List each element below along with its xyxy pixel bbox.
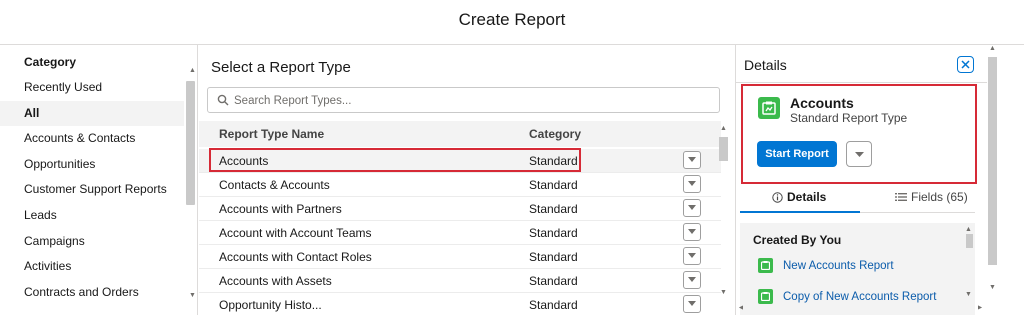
chevron-down-icon [855, 152, 864, 157]
scroll-up-arrow-icon[interactable]: ▲ [989, 45, 996, 52]
report-link[interactable]: Copy of New Accounts Report [783, 291, 936, 303]
page-scroll-thumb[interactable] [988, 57, 997, 265]
list-item[interactable]: New Accounts Report [758, 258, 894, 273]
report-icon [758, 258, 773, 273]
tab-fields-label: Fields (65) [911, 190, 968, 204]
report-type-category: Standard [529, 154, 578, 168]
table-row[interactable]: Accounts with Assets Standard [199, 269, 721, 293]
more-actions-button[interactable] [846, 141, 872, 167]
info-icon [772, 191, 783, 203]
row-actions-button[interactable] [683, 247, 701, 265]
report-type-category: Standard [529, 202, 578, 216]
category-item-campaigns[interactable]: Campaigns [0, 229, 184, 255]
tab-details-label: Details [787, 190, 827, 204]
category-item-opportunities[interactable]: Opportunities [0, 152, 184, 178]
details-scroll-thumb[interactable] [966, 234, 973, 248]
report-type-category: Standard [529, 178, 578, 192]
sidebar-scroll-thumb[interactable] [186, 81, 195, 205]
details-panel: Details Accounts Standard Report Type St… [735, 45, 987, 315]
column-header-category[interactable]: Category [529, 127, 581, 141]
scroll-down-arrow-icon[interactable]: ▼ [720, 289, 727, 296]
category-item-recently-used[interactable]: Recently Used [0, 75, 184, 101]
search-box[interactable] [207, 87, 720, 113]
row-actions-button[interactable] [683, 199, 701, 217]
table-row[interactable]: Accounts Standard [199, 149, 721, 173]
scroll-left-arrow-icon[interactable]: ▲ [738, 304, 745, 311]
start-report-button[interactable]: Start Report [757, 141, 837, 167]
list-scroll-thumb[interactable] [719, 137, 728, 161]
category-item-contracts-orders[interactable]: Contracts and Orders [0, 280, 184, 306]
report-type-name: Accounts [790, 95, 854, 111]
chevron-down-icon [688, 277, 696, 282]
category-item-leads[interactable]: Leads [0, 203, 184, 229]
report-type-subtitle: Standard Report Type [790, 111, 908, 125]
scroll-right-arrow-icon[interactable]: ▲ [976, 304, 983, 311]
report-icon [758, 289, 773, 304]
report-type-panel: Select a Report Type Report Type Name Ca… [199, 45, 734, 315]
report-type-name: Contacts & Accounts [219, 178, 330, 192]
scroll-down-arrow-icon[interactable]: ▼ [989, 284, 996, 291]
active-tab-indicator [740, 211, 860, 213]
table-row[interactable]: Accounts with Partners Standard [199, 197, 721, 221]
table-row[interactable]: Accounts with Contact Roles Standard [199, 245, 721, 269]
scroll-down-arrow-icon[interactable]: ▼ [965, 291, 972, 298]
search-icon [217, 94, 229, 106]
table-row[interactable]: Opportunity Histo... Standard [199, 293, 721, 315]
page-title: Create Report [458, 10, 566, 29]
details-title: Details [744, 57, 787, 73]
scroll-up-arrow-icon[interactable]: ▲ [189, 67, 196, 74]
search-input[interactable] [234, 92, 704, 109]
chevron-down-icon [688, 205, 696, 210]
category-item-all[interactable]: All [0, 100, 184, 127]
scroll-up-arrow-icon[interactable]: ▲ [720, 125, 727, 132]
category-item-customer-support[interactable]: Customer Support Reports [0, 177, 184, 203]
divider [736, 82, 987, 83]
tab-fields[interactable]: Fields (65) [895, 190, 968, 204]
created-by-you-heading: Created By You [753, 233, 842, 247]
category-item-accounts-contacts[interactable]: Accounts & Contacts [0, 126, 184, 152]
scroll-up-arrow-icon[interactable]: ▲ [965, 226, 972, 233]
close-icon [961, 60, 970, 69]
report-type-category: Standard [529, 226, 578, 240]
report-type-name: Accounts with Partners [219, 202, 342, 216]
list-icon [895, 193, 907, 201]
chevron-down-icon [688, 301, 696, 306]
row-actions-button[interactable] [683, 151, 701, 169]
scroll-down-arrow-icon[interactable]: ▼ [189, 292, 196, 299]
report-type-category: Standard [529, 250, 578, 264]
report-type-category: Standard [529, 274, 578, 288]
column-header-name[interactable]: Report Type Name [219, 127, 324, 141]
category-list: Recently Used All Accounts & Contacts Op… [0, 75, 184, 305]
report-type-list: Accounts Standard Contacts & Accounts St… [199, 149, 721, 315]
list-item[interactable]: Copy of New Accounts Report [758, 289, 936, 304]
tab-details[interactable]: Details [772, 190, 826, 204]
report-type-name: Account with Account Teams [219, 226, 372, 240]
report-type-name: Accounts [219, 154, 269, 168]
report-type-icon [758, 97, 780, 119]
category-sidebar: Category Recently Used All Accounts & Co… [0, 45, 198, 315]
chevron-down-icon [688, 229, 696, 234]
table-row[interactable]: Contacts & Accounts Standard [199, 173, 721, 197]
report-type-category: Standard [529, 298, 578, 312]
close-button[interactable] [957, 56, 974, 73]
sidebar-heading: Category [24, 55, 77, 69]
report-type-name: Opportunity Histo... [219, 298, 322, 312]
table-header: Report Type Name Category [199, 121, 721, 147]
row-actions-button[interactable] [683, 295, 701, 313]
row-actions-button[interactable] [683, 223, 701, 241]
row-actions-button[interactable] [683, 175, 701, 193]
report-type-heading: Select a Report Type [211, 59, 351, 76]
row-actions-button[interactable] [683, 271, 701, 289]
report-type-name: Accounts with Assets [219, 274, 332, 288]
report-link[interactable]: New Accounts Report [783, 260, 894, 272]
category-item-activities[interactable]: Activities [0, 254, 184, 280]
chevron-down-icon [688, 181, 696, 186]
report-type-picker: Category Recently Used All Accounts & Co… [0, 44, 1024, 315]
chevron-down-icon [688, 253, 696, 258]
report-type-name: Accounts with Contact Roles [219, 250, 372, 264]
chevron-down-icon [688, 157, 696, 162]
table-row[interactable]: Account with Account Teams Standard [199, 221, 721, 245]
